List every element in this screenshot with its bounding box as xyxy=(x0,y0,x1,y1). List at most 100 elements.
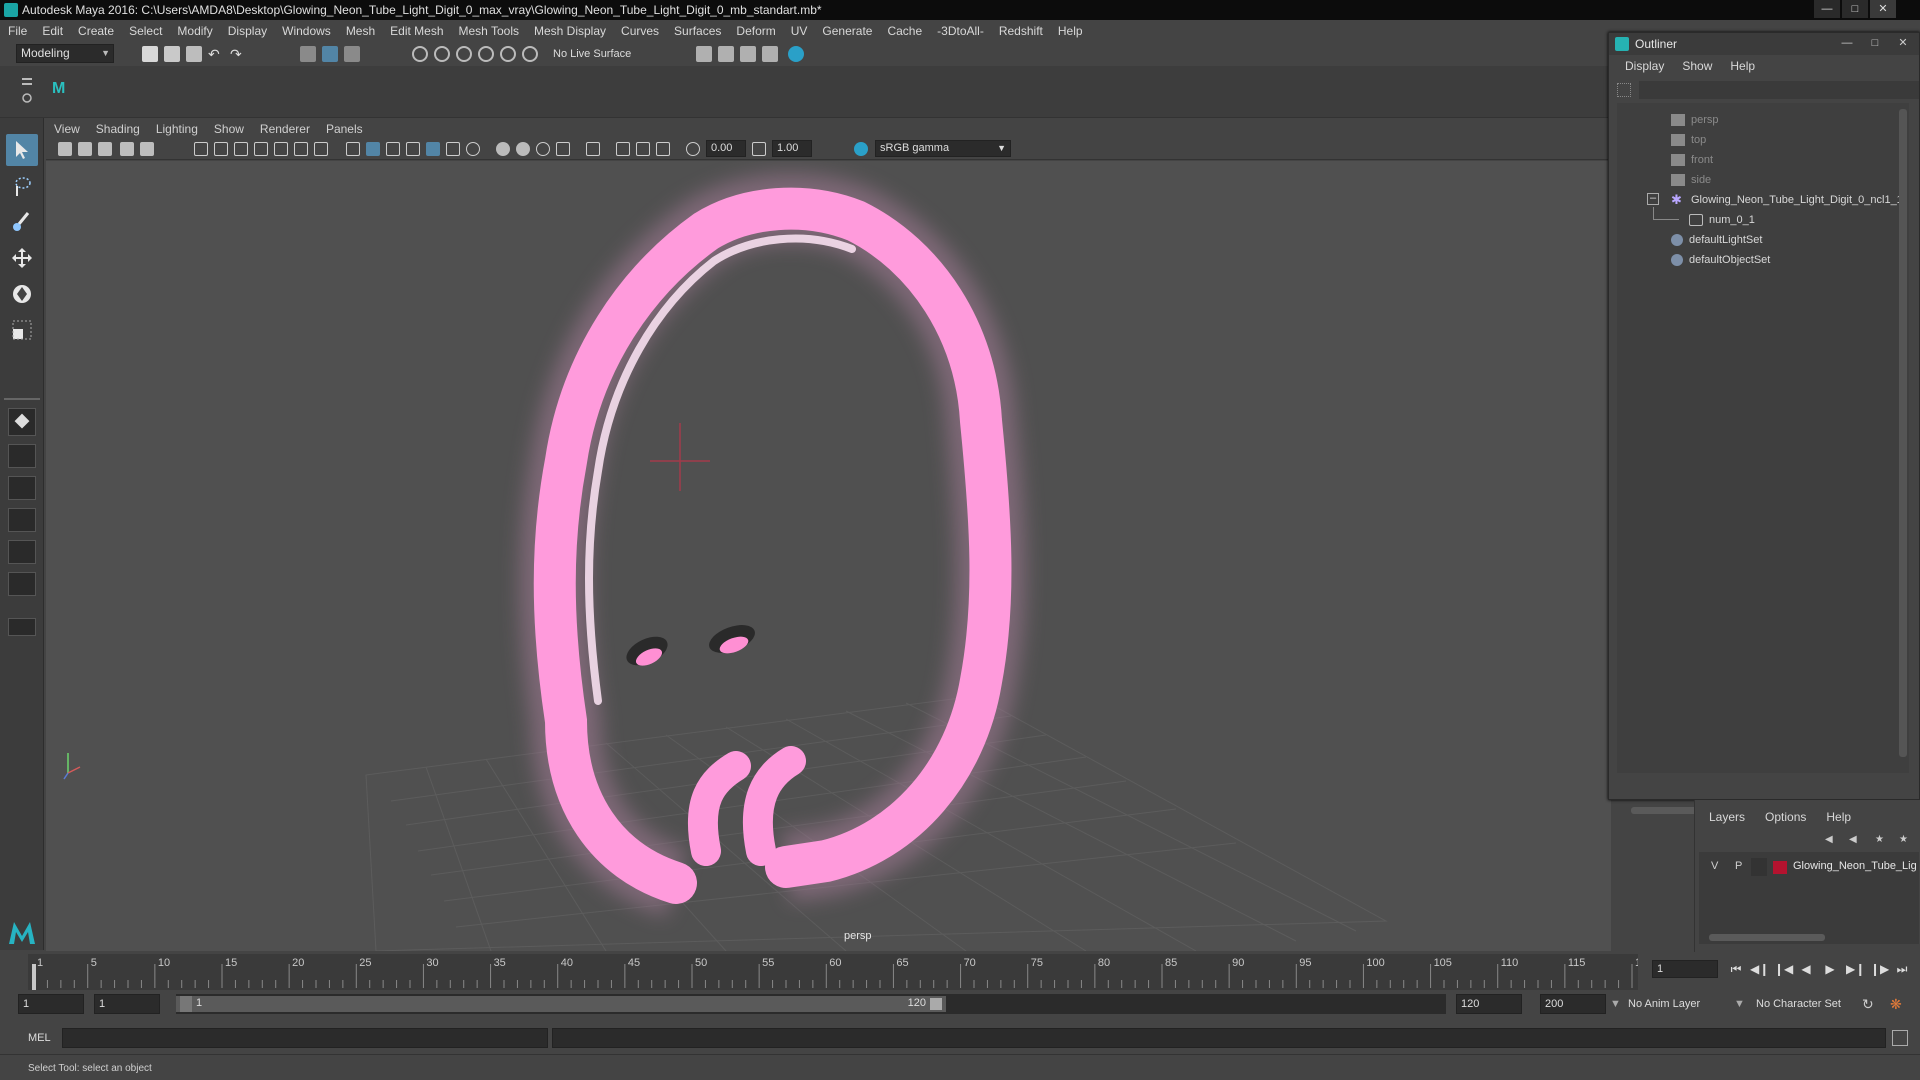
new-scene-icon[interactable] xyxy=(142,46,158,62)
layer-menu-options[interactable]: Options xyxy=(1765,810,1806,824)
select-object-icon[interactable] xyxy=(322,46,338,62)
layer-visibility-toggle[interactable]: V xyxy=(1711,860,1718,872)
playback-end-field[interactable]: 120 xyxy=(1456,994,1522,1014)
play-backwards-icon[interactable]: ◀ xyxy=(1798,961,1814,977)
range-slider-handle[interactable]: 1 120 xyxy=(176,996,946,1012)
paint-select-tool-button[interactable] xyxy=(6,206,38,238)
play-forwards-icon[interactable]: ▶ xyxy=(1822,961,1838,977)
single-perspective-layout-button[interactable] xyxy=(8,408,36,436)
layer-type-toggle[interactable] xyxy=(1751,858,1767,876)
layer-horizontal-scrollbar[interactable] xyxy=(1709,934,1825,941)
exposure-field[interactable]: 0.00 xyxy=(706,140,746,157)
outliner-item-side[interactable]: side xyxy=(1671,171,1711,189)
outliner-minimize-button[interactable]: — xyxy=(1835,35,1859,51)
shadows-icon[interactable] xyxy=(446,142,460,156)
menu-mesh-tools[interactable]: Mesh Tools xyxy=(459,24,519,38)
snap-view-plane-icon[interactable] xyxy=(478,46,494,62)
color-management-icon[interactable] xyxy=(854,142,868,156)
menu-uv[interactable]: UV xyxy=(791,24,808,38)
undo-icon[interactable]: ↶ xyxy=(208,46,224,62)
menu-3dtoall[interactable]: -3DtoAll- xyxy=(937,24,984,38)
persp-outliner-layout-button[interactable] xyxy=(8,540,36,564)
outliner-item-top[interactable]: top xyxy=(1671,131,1706,149)
outliner-item-default-object-set[interactable]: defaultObjectSet xyxy=(1671,251,1770,269)
camera-bookmark-icon[interactable] xyxy=(78,142,92,156)
perspective-viewport[interactable]: persp xyxy=(46,161,1611,951)
textured-icon[interactable] xyxy=(406,142,420,156)
layer-menu-layers[interactable]: Layers xyxy=(1709,810,1745,824)
outliner-maximize-button[interactable]: □ xyxy=(1863,35,1887,51)
exposure-icon[interactable] xyxy=(686,142,700,156)
outliner-menu-show[interactable]: Show xyxy=(1682,59,1712,73)
step-back-key-icon[interactable]: ❙◀ xyxy=(1774,961,1793,977)
outliner-item-persp[interactable]: persp xyxy=(1671,111,1719,129)
chevron-down-icon[interactable]: ▼ xyxy=(1610,994,1621,1014)
outliner-menu-help[interactable]: Help xyxy=(1730,59,1755,73)
minimize-button[interactable]: — xyxy=(1814,0,1840,18)
safe-action-icon[interactable] xyxy=(294,142,308,156)
menu-edit[interactable]: Edit xyxy=(42,24,63,38)
layer-color-swatch[interactable] xyxy=(1773,861,1787,874)
outliner-title-bar[interactable]: Outliner — □ ✕ xyxy=(1609,33,1919,55)
menu-generate[interactable]: Generate xyxy=(822,24,872,38)
outliner-item-mesh[interactable]: num_0_1 xyxy=(1689,211,1755,229)
custom-layout-button[interactable] xyxy=(8,618,36,636)
wireframe-on-shaded-icon[interactable] xyxy=(386,142,400,156)
motion-blur-icon[interactable] xyxy=(496,142,510,156)
save-scene-icon[interactable] xyxy=(186,46,202,62)
close-button[interactable]: ✕ xyxy=(1870,0,1896,18)
outliner-vertical-scrollbar[interactable] xyxy=(1899,109,1907,757)
script-editor-icon[interactable] xyxy=(1892,1030,1908,1046)
menu-surfaces[interactable]: Surfaces xyxy=(674,24,721,38)
make-live-icon[interactable] xyxy=(522,46,538,62)
render-view-icon[interactable] xyxy=(762,46,778,62)
step-forward-key-icon[interactable]: ▶❙ xyxy=(1846,961,1865,977)
gamma-icon[interactable] xyxy=(752,142,766,156)
panel-menu-show[interactable]: Show xyxy=(214,122,244,136)
menu-cache[interactable]: Cache xyxy=(887,24,922,38)
render-settings-icon[interactable] xyxy=(696,46,712,62)
current-frame-field[interactable]: 1 xyxy=(1652,960,1718,978)
use-all-lights-icon[interactable] xyxy=(426,142,440,156)
menu-deform[interactable]: Deform xyxy=(736,24,775,38)
go-to-end-icon[interactable]: ⏭ xyxy=(1894,961,1910,977)
four-view-layout-button[interactable] xyxy=(8,444,36,468)
animation-end-field[interactable]: 200 xyxy=(1540,994,1606,1014)
go-to-start-icon[interactable]: ⏮ xyxy=(1728,961,1744,977)
menu-curves[interactable]: Curves xyxy=(621,24,659,38)
snap-curve-icon[interactable] xyxy=(434,46,450,62)
film-gate-icon[interactable] xyxy=(214,142,228,156)
xray-components-icon[interactable] xyxy=(636,142,650,156)
outliner-item-front[interactable]: front xyxy=(1671,151,1713,169)
scale-tool-button[interactable] xyxy=(6,314,38,346)
time-slider-track[interactable]: 1 5 10 15 20 25 30 35 40 45 50 55 60 65 70 75 80 85 90 95 10… xyxy=(28,954,1653,990)
menu-create[interactable]: Create xyxy=(78,24,114,38)
menu-modify[interactable]: Modify xyxy=(177,24,212,38)
xray-icon[interactable] xyxy=(556,142,570,156)
image-plane-icon[interactable] xyxy=(98,142,112,156)
rotate-tool-button[interactable] xyxy=(6,278,38,310)
menu-set-dropdown[interactable]: Modeling ▼ xyxy=(16,44,114,63)
outliner-item-default-light-set[interactable]: defaultLightSet xyxy=(1671,231,1762,249)
menu-mesh-display[interactable]: Mesh Display xyxy=(534,24,606,38)
command-input[interactable] xyxy=(62,1028,548,1048)
panel-menu-view[interactable]: View xyxy=(54,122,80,136)
outliner-menu-display[interactable]: Display xyxy=(1625,59,1664,73)
auto-key-icon[interactable]: ↻ xyxy=(1862,994,1880,1014)
range-slider-bar[interactable]: 1 120 xyxy=(176,994,1446,1014)
safe-title-icon[interactable] xyxy=(314,142,328,156)
outliner-filter-icon[interactable] xyxy=(1617,83,1631,97)
open-scene-icon[interactable] xyxy=(164,46,180,62)
grid-toggle-icon[interactable] xyxy=(194,142,208,156)
move-layer-up-icon[interactable]: ◀ xyxy=(1825,834,1839,845)
wireframe-icon[interactable] xyxy=(346,142,360,156)
range-end-handle[interactable] xyxy=(930,998,942,1010)
outliner-search-input[interactable] xyxy=(1639,81,1919,99)
hypershade-layout-button[interactable] xyxy=(8,572,36,596)
live-surface-field[interactable]: No Live Surface xyxy=(553,46,657,63)
menu-mesh[interactable]: Mesh xyxy=(346,24,375,38)
collapse-group-icon[interactable]: – xyxy=(1647,193,1659,205)
snap-grid-icon[interactable] xyxy=(412,46,428,62)
hud-icon[interactable] xyxy=(656,142,670,156)
maximize-button[interactable]: □ xyxy=(1842,0,1868,18)
